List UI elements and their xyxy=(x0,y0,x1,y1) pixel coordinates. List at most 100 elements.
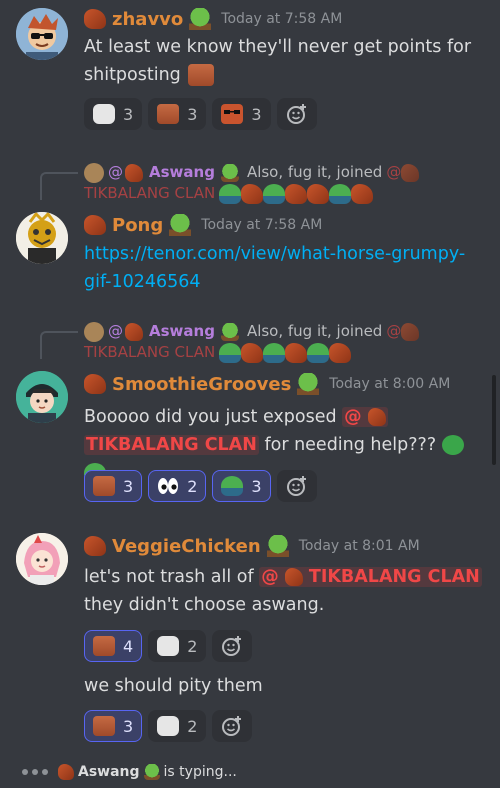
reaction-orange-face[interactable]: 3 xyxy=(84,710,143,742)
tree-icon xyxy=(220,163,239,182)
peepo-emoji-icon xyxy=(307,342,330,363)
message-text: let's not trash all of xyxy=(84,567,254,587)
horse-icon xyxy=(84,374,106,394)
scrollbar[interactable] xyxy=(492,375,496,465)
add-reaction-button[interactable] xyxy=(276,98,317,130)
username[interactable]: VeggieChicken xyxy=(112,536,261,557)
mention-at: @ xyxy=(344,407,362,427)
reply-author: Aswang xyxy=(149,163,215,181)
reaction-count: 3 xyxy=(123,104,134,124)
message-line-2: shitposting xyxy=(84,61,484,89)
horse-emoji-icon xyxy=(285,183,308,204)
reply-avatar-icon xyxy=(84,321,104,342)
reaction-meme-face[interactable]: 2 xyxy=(148,630,207,662)
message-header: VeggieChicken Today at 8:01 AM xyxy=(84,535,420,557)
reply-mention-at: @ xyxy=(108,163,123,181)
username[interactable]: Pong xyxy=(112,215,163,236)
reply-mention-at: @ xyxy=(386,163,402,181)
avatar-pong-icon xyxy=(16,212,68,264)
reaction-meme-face[interactable]: 2 xyxy=(148,710,207,742)
reaction-orange-face[interactable]: 4 xyxy=(84,630,143,662)
reaction-peepo[interactable]: 3 xyxy=(212,470,271,502)
timestamp[interactable]: Today at 7:58 AM xyxy=(221,11,342,27)
avatar[interactable] xyxy=(16,533,68,585)
message-line: let's not trash all of @ TIKBALANG CLAN xyxy=(84,563,484,591)
horse-emoji-icon xyxy=(241,183,264,204)
orange-face-icon xyxy=(93,476,115,496)
tree-icon xyxy=(266,535,289,557)
reaction-sunglasses-face[interactable]: 3 xyxy=(212,98,271,130)
add-reaction-button[interactable] xyxy=(212,630,253,662)
reply-author: Aswang xyxy=(149,322,215,340)
reply-preview[interactable]: @ Aswang Also, fug it, joined @ TIKBALAN… xyxy=(84,162,444,204)
reaction-eyes[interactable]: 2 xyxy=(148,470,207,502)
peepo-emoji-icon xyxy=(329,183,352,204)
orange-face-icon xyxy=(93,636,115,656)
reaction-count: 2 xyxy=(187,476,198,496)
typing-dots-icon xyxy=(22,768,48,775)
username[interactable]: zhavvo xyxy=(112,9,183,30)
message-content: At least we know they'll never get point… xyxy=(84,33,484,89)
horse-icon xyxy=(367,408,386,426)
reply-mention-at: @ xyxy=(108,322,123,340)
role-mention[interactable]: @ TIKBALANG CLAN xyxy=(259,567,482,587)
add-reaction-icon xyxy=(222,636,242,656)
horse-icon xyxy=(84,215,106,235)
reply-mention: TIKBALANG CLAN xyxy=(84,184,216,202)
add-reaction-icon xyxy=(286,476,306,496)
message-header: Pong Today at 7:58 AM xyxy=(84,214,322,236)
tree-icon xyxy=(220,322,239,341)
reaction-count: 3 xyxy=(123,476,134,496)
mention-at: @ xyxy=(261,567,279,587)
horse-icon xyxy=(401,163,420,182)
reply-text: Also, fug it, joined xyxy=(246,163,383,181)
link-line[interactable]: https://tenor.com/view/what-horse-grumpy… xyxy=(84,240,484,268)
reaction-orange-face[interactable]: 3 xyxy=(84,470,143,502)
tree-icon xyxy=(169,214,192,236)
reaction-bar: 4 2 xyxy=(84,630,253,662)
eyes-icon xyxy=(158,478,179,494)
timestamp[interactable]: Today at 7:58 AM xyxy=(201,217,322,233)
message-content: https://tenor.com/view/what-horse-grumpy… xyxy=(84,240,484,296)
reaction-count: 2 xyxy=(187,636,198,656)
reaction-orange-face[interactable]: 3 xyxy=(148,98,207,130)
peepo-emoji-icon xyxy=(263,183,286,204)
role-mention[interactable]: TIKBALANG CLAN xyxy=(84,435,259,455)
sunglasses-face-icon xyxy=(221,104,244,124)
add-reaction-icon xyxy=(222,716,242,736)
tree-icon xyxy=(297,373,320,395)
reply-preview[interactable]: @ Aswang Also, fug it, joined @ TIKBALAN… xyxy=(84,321,444,363)
peepo-emoji-icon xyxy=(219,183,242,204)
horse-emoji-icon xyxy=(241,342,264,363)
reply-connector xyxy=(40,172,78,200)
timestamp[interactable]: Today at 8:01 AM xyxy=(299,538,420,554)
avatar[interactable] xyxy=(16,8,68,60)
tree-icon xyxy=(189,8,212,30)
avatar[interactable] xyxy=(16,371,68,423)
message-line: At least we know they'll never get point… xyxy=(84,37,472,57)
reaction-bar: 3 3 3 xyxy=(84,98,317,130)
reaction-count: 3 xyxy=(123,716,134,736)
peepo-icon xyxy=(221,476,244,496)
role-mention[interactable]: @ xyxy=(342,407,388,427)
mention-text: TIKBALANG CLAN xyxy=(308,567,480,587)
orange-face-icon xyxy=(93,716,115,736)
timestamp[interactable]: Today at 8:00 AM xyxy=(329,376,450,392)
reaction-bar: 3 2 3 xyxy=(84,470,317,502)
add-reaction-button[interactable] xyxy=(276,470,317,502)
avatar[interactable] xyxy=(16,212,68,264)
username[interactable]: SmoothieGrooves xyxy=(112,374,291,395)
typing-suffix: is typing... xyxy=(163,763,237,780)
message-header: SmoothieGrooves Today at 8:00 AM xyxy=(84,373,450,395)
reaction-meme-face[interactable]: 3 xyxy=(84,98,143,130)
horse-emoji-icon xyxy=(351,183,374,204)
link-line-2[interactable]: gif-10246564 xyxy=(84,268,484,296)
reaction-count: 2 xyxy=(187,716,198,736)
message-header: zhavvo Today at 7:58 AM xyxy=(84,8,342,30)
reply-connector xyxy=(40,331,78,359)
add-reaction-button[interactable] xyxy=(212,710,253,742)
meme-face-icon xyxy=(93,104,115,124)
horse-icon xyxy=(284,568,303,586)
horse-icon xyxy=(84,536,106,556)
followup-message: we should pity them xyxy=(84,672,484,700)
